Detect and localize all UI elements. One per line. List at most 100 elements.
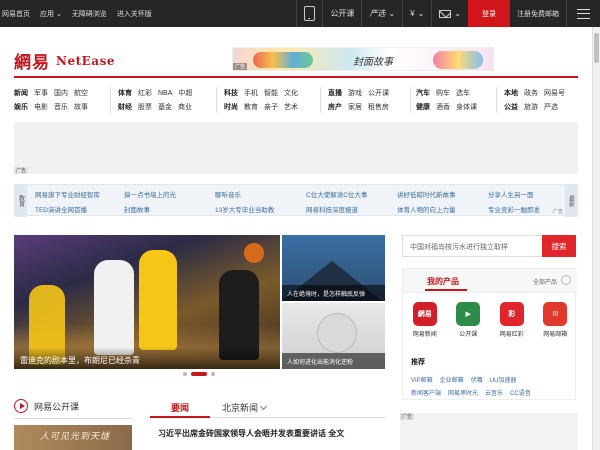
nav-link[interactable]: 直播: [328, 88, 342, 98]
nav-link[interactable]: 公开课: [368, 88, 389, 98]
nav-link[interactable]: 科技: [224, 88, 238, 98]
nav-link[interactable]: 文化: [284, 88, 298, 98]
nav-link[interactable]: 公益: [504, 102, 518, 112]
login-button[interactable]: 登录: [468, 0, 510, 27]
promo-link[interactable]: 体育人物的向上力量: [397, 204, 456, 214]
search-button[interactable]: 搜索: [542, 235, 576, 257]
promo-link[interactable]: 封面故事: [124, 204, 150, 214]
nav-link[interactable]: 选车: [456, 88, 470, 98]
vertical-scrollbar[interactable]: [592, 27, 600, 450]
yanxuan-link[interactable]: 严选 ⌄: [361, 0, 402, 27]
promo-link[interactable]: TED演讲全网首播: [35, 204, 87, 214]
nav-link[interactable]: 健康: [416, 102, 430, 112]
nav-link[interactable]: 网易号: [544, 88, 565, 98]
tab-headlines[interactable]: 要闻: [150, 398, 210, 418]
mobile-app-button[interactable]: [296, 0, 322, 27]
home-link[interactable]: 网易首页: [2, 9, 30, 19]
promo-link[interactable]: 13岁大专毕业当助教: [215, 204, 274, 214]
apps-menu[interactable]: 应用 ⌄: [40, 9, 62, 19]
ad-block[interactable]: 广告: [14, 122, 578, 174]
app-open-course[interactable]: ▶ 公开课: [450, 302, 486, 338]
nav-link[interactable]: 严选: [544, 102, 558, 112]
side-story[interactable]: 人如何进化出能消化逆粉: [282, 303, 385, 369]
nav-link[interactable]: 购车: [436, 88, 450, 98]
nav-link[interactable]: 本地: [504, 88, 518, 98]
nav-link[interactable]: 基金: [158, 102, 172, 112]
nav-link[interactable]: 国内: [54, 88, 68, 98]
menu-button[interactable]: [566, 0, 600, 27]
promo-link[interactable]: 讲好低碳时代新故事: [397, 189, 456, 199]
recommend-link[interactable]: 网易承时光: [448, 388, 478, 397]
payment-link[interactable]: ¥ ⌄: [402, 0, 431, 27]
promo-link[interactable]: 网易旗下专业财经智库: [35, 189, 100, 199]
promo-link[interactable]: 分享人生另一面: [488, 189, 534, 199]
nav-link[interactable]: 房产: [328, 102, 342, 112]
arrow-right-icon[interactable]: [561, 275, 571, 285]
recommend-link[interactable]: VIP邮箱: [411, 375, 433, 384]
nav-link[interactable]: 身体课: [456, 102, 477, 112]
nav-link[interactable]: 游戏: [348, 88, 362, 98]
netease-logo[interactable]: 網易 NetEase: [14, 48, 115, 73]
promo-link[interactable]: 聊听音乐: [215, 189, 241, 199]
care-mode-link[interactable]: 进入关怀版: [117, 9, 152, 19]
nav-link[interactable]: 汽车: [416, 88, 430, 98]
carousel-dot[interactable]: [211, 372, 215, 376]
nav-link[interactable]: 红彩: [138, 88, 152, 98]
recommend-link[interactable]: 伏羲: [471, 375, 483, 384]
nav-link[interactable]: 中超: [178, 88, 192, 98]
nav-link[interactable]: 智能: [264, 88, 278, 98]
nav-link[interactable]: 旅游: [524, 102, 538, 112]
accessibility-link[interactable]: 无障碍浏览: [72, 9, 107, 19]
nav-link[interactable]: NBA: [158, 90, 172, 97]
nav-link[interactable]: 租售房: [368, 102, 389, 112]
promo-link[interactable]: 专业竞彩一触即发: [488, 204, 540, 214]
search-input[interactable]: 中国对福岛核污水进行独立取样: [402, 235, 542, 257]
nav-link[interactable]: 新闻: [14, 88, 28, 98]
banner-ad[interactable]: 封面故事 广告: [232, 47, 494, 71]
open-course-image[interactable]: 人可见光到天燧: [14, 425, 132, 450]
carousel-dot[interactable]: [183, 372, 187, 376]
nav-link[interactable]: 航空: [74, 88, 88, 98]
promo-link[interactable]: 搞一点书墙上的光: [124, 189, 176, 199]
carousel-dot-active[interactable]: [191, 372, 207, 376]
app-lottery[interactable]: 彩 网易红彩: [494, 302, 530, 338]
recommend-link[interactable]: 云音乐: [485, 388, 503, 397]
recommend-link[interactable]: 企业邮箱: [440, 375, 464, 384]
nav-link[interactable]: 军事: [34, 88, 48, 98]
recommend-link[interactable]: CC语音: [510, 388, 531, 397]
tab-beijing-news[interactable]: 北京新闻: [222, 398, 268, 418]
nav-link[interactable]: 股票: [138, 102, 152, 112]
promo-link[interactable]: C位大使解读C位大事: [306, 189, 367, 199]
recommend-link[interactable]: 新闻客户端: [411, 388, 441, 397]
open-course-header[interactable]: 网易公开课: [14, 398, 79, 414]
nav-link[interactable]: 政务: [524, 88, 538, 98]
nav-link[interactable]: 亲子: [264, 102, 278, 112]
nav-group: 新闻 军事 国内 航空 娱乐 电影 音乐 故事: [14, 86, 88, 114]
hero-slide[interactable]: 雷迪克的剧本里，布朗尼已经杀青: [14, 235, 280, 369]
nav-link[interactable]: 娱乐: [14, 102, 28, 112]
nav-link[interactable]: 时尚: [224, 102, 238, 112]
all-products-link[interactable]: 全部产品: [533, 277, 557, 286]
app-netease-news[interactable]: 網易 网易新闻: [407, 302, 443, 338]
recommend-link[interactable]: UU加速器: [490, 375, 517, 384]
side-story[interactable]: 人在绝境时，是怎样触底反弹: [282, 235, 385, 301]
nav-link[interactable]: 教育: [244, 102, 258, 112]
nav-link[interactable]: 手机: [244, 88, 258, 98]
news-headline[interactable]: 习近平出席金砖国家领导人会晤并发表重要讲话 全文: [158, 428, 344, 439]
side-ad[interactable]: 广告: [400, 413, 578, 450]
promo-link[interactable]: 网易科技深度报道: [306, 204, 358, 214]
nav-link[interactable]: 财经: [118, 102, 132, 112]
nav-link[interactable]: 家居: [348, 102, 362, 112]
open-course-link[interactable]: 公开课: [322, 0, 361, 27]
nav-link[interactable]: 酒香: [436, 102, 450, 112]
mail-link[interactable]: ⌄: [431, 0, 468, 27]
nav-link[interactable]: 故事: [74, 102, 88, 112]
scrollbar-thumb[interactable]: [594, 33, 599, 63]
nav-link[interactable]: 艺术: [284, 102, 298, 112]
nav-link[interactable]: 音乐: [54, 102, 68, 112]
nav-link[interactable]: 商业: [178, 102, 192, 112]
app-mail[interactable]: ✉ 网易邮箱: [537, 302, 573, 338]
nav-link[interactable]: 电影: [34, 102, 48, 112]
register-mail-link[interactable]: 注册免费邮箱: [510, 0, 566, 27]
nav-link[interactable]: 体育: [118, 88, 132, 98]
